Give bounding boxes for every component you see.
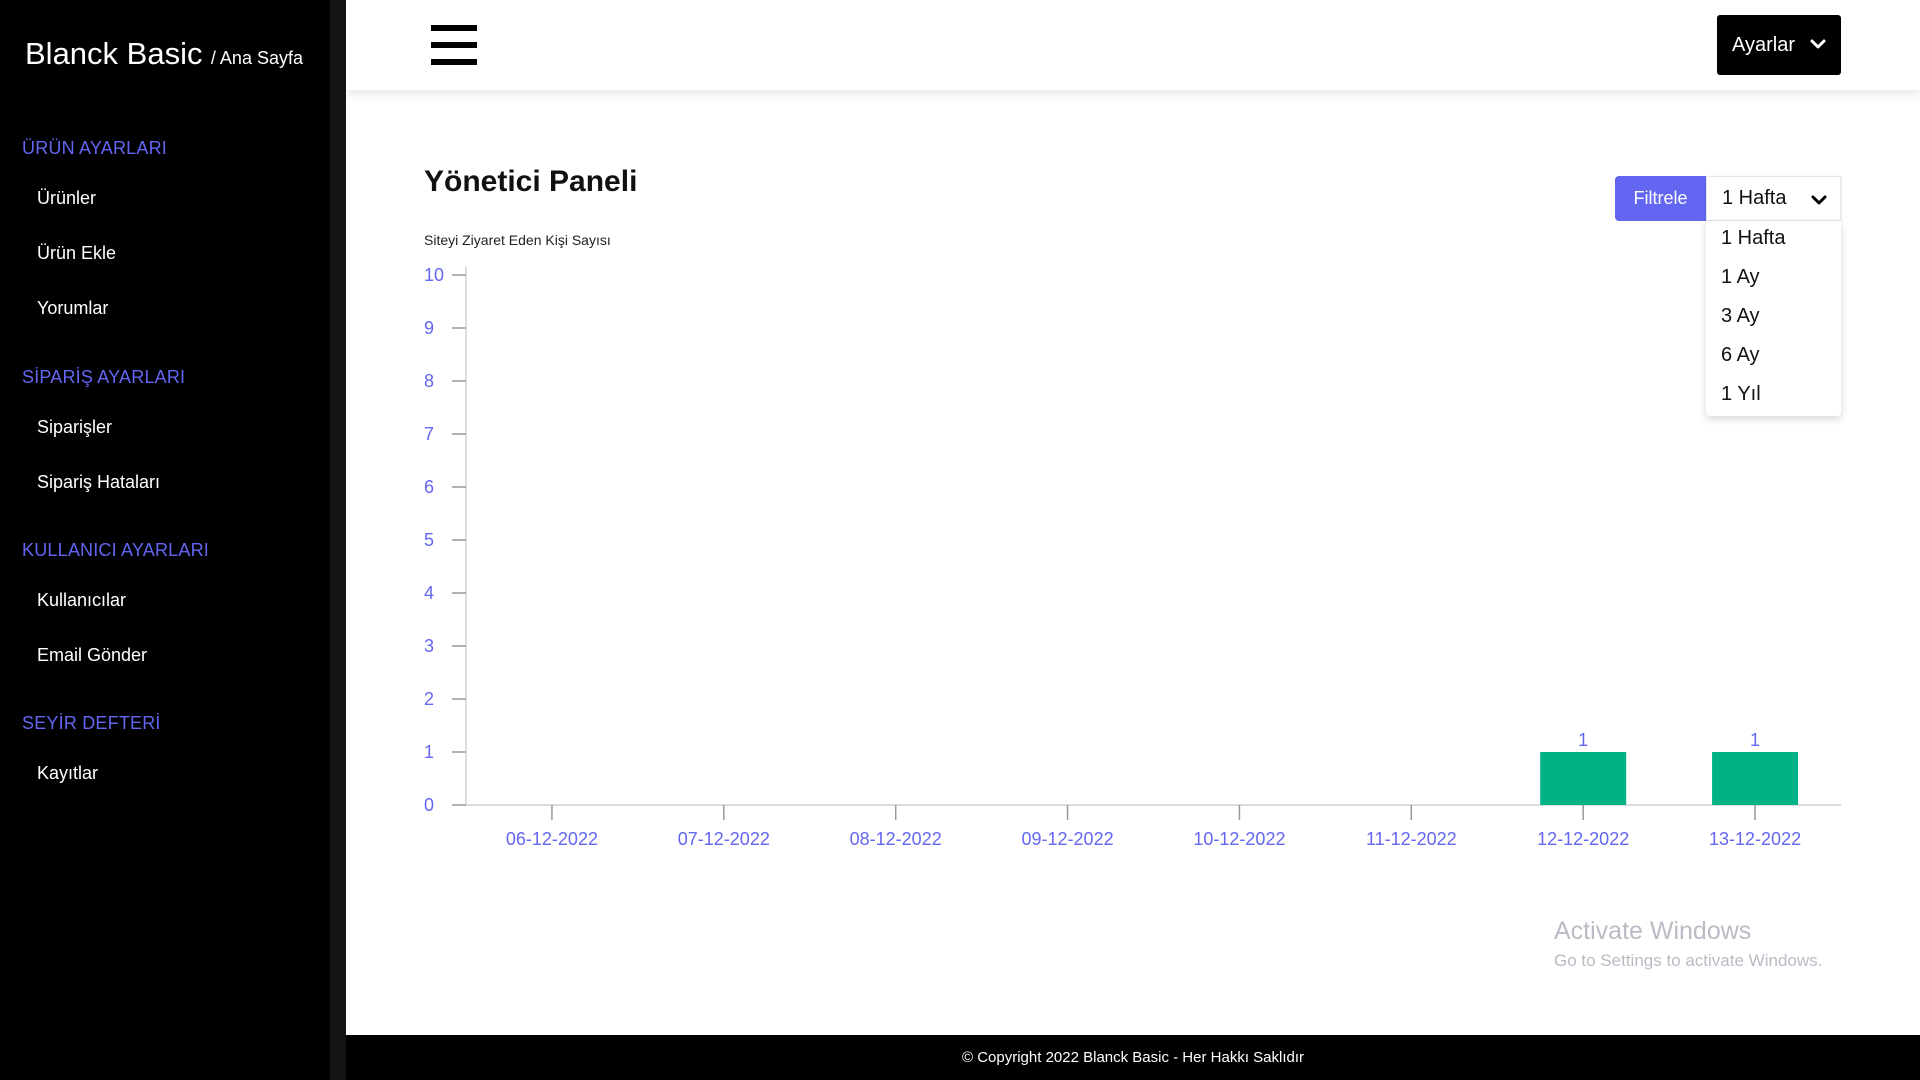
sidebar: Blanck Basic / Ana Sayfa ÜRÜN AYARLARI Ü…	[0, 0, 330, 1080]
filter-button[interactable]: Filtrele	[1615, 176, 1706, 221]
y-tick-label: 1	[424, 742, 434, 762]
x-tick-label: 12-12-2022	[1537, 829, 1629, 849]
y-tick-label: 2	[424, 689, 434, 709]
y-tick-label: 4	[424, 583, 434, 603]
sidebar-item-siparis-hatalari[interactable]: Sipariş Hataları	[37, 472, 160, 493]
breadcrumb: / Ana Sayfa	[210, 48, 303, 68]
y-tick-label: 7	[424, 424, 434, 444]
sidebar-item-yorumlar[interactable]: Yorumlar	[37, 298, 108, 319]
y-tick-label: 3	[424, 636, 434, 656]
sidebar-divider	[330, 0, 346, 1080]
sidebar-item-kayitlar[interactable]: Kayıtlar	[37, 763, 98, 784]
windows-activation-subtitle: Go to Settings to activate Windows.	[1554, 951, 1823, 970]
sidebar-item-siparisler[interactable]: Siparişler	[37, 417, 112, 438]
y-tick-label: 8	[424, 371, 434, 391]
top-header: Ayarlar	[346, 0, 1920, 90]
bar-value-label: 1	[1578, 730, 1588, 750]
period-option-1-ay[interactable]: 1 Ay	[1721, 266, 1760, 289]
section-title-urun-ayarlari: ÜRÜN AYARLARI	[22, 138, 167, 158]
footer: © Copyright 2022 Blanck Basic - Her Hakk…	[346, 1035, 1920, 1080]
y-tick-label: 0	[424, 795, 434, 815]
windows-activation-title: Activate Windows	[1554, 917, 1752, 945]
bar-value-label: 1	[1750, 730, 1760, 750]
period-selected-value: 1 Hafta	[1722, 187, 1787, 209]
x-tick-label: 09-12-2022	[1022, 829, 1114, 849]
chevron-down-icon	[1810, 39, 1826, 49]
period-option-1-yil[interactable]: 1 Yıl	[1721, 383, 1761, 406]
hamburger-menu-icon[interactable]	[431, 25, 477, 65]
section-title-seyir-defteri: SEYİR DEFTERİ	[22, 713, 161, 733]
x-tick-label: 08-12-2022	[850, 829, 942, 849]
x-tick-label: 11-12-2022	[1366, 829, 1457, 849]
x-tick-label: 13-12-2022	[1709, 829, 1801, 849]
period-option-3-ay[interactable]: 3 Ay	[1721, 305, 1760, 328]
chevron-down-icon	[1811, 195, 1827, 205]
y-tick-label: 5	[424, 530, 434, 550]
sidebar-item-urunler[interactable]: Ürünler	[37, 188, 96, 209]
brand-name[interactable]: Blanck Basic	[25, 36, 202, 71]
page-title: Yönetici Paneli	[424, 165, 638, 198]
sidebar-item-email-gonder[interactable]: Email Gönder	[37, 645, 147, 666]
settings-dropdown-button[interactable]: Ayarlar	[1717, 15, 1841, 75]
brand: Blanck Basic / Ana Sayfa	[25, 36, 303, 72]
sidebar-item-urun-ekle[interactable]: Ürün Ekle	[37, 243, 116, 264]
chart-title: Siteyi Ziyaret Eden Kişi Sayısı	[424, 232, 611, 248]
period-select[interactable]: 1 Hafta	[1706, 176, 1841, 221]
section-title-siparis-ayarlari: SİPARİŞ AYARLARI	[22, 367, 186, 387]
period-dropdown-menu: 1 Hafta 1 Ay 3 Ay 6 Ay 1 Yıl	[1706, 221, 1841, 416]
x-tick-label: 07-12-2022	[678, 829, 770, 849]
chart-bar	[1540, 752, 1627, 805]
x-tick-label: 06-12-2022	[506, 829, 598, 849]
section-title-kullanici-ayarlari: KULLANICI AYARLARI	[22, 540, 210, 560]
y-tick-label: 9	[424, 318, 434, 338]
y-tick-label: 6	[424, 477, 434, 497]
settings-label: Ayarlar	[1732, 33, 1795, 56]
sidebar-item-kullanicilar[interactable]: Kullanıcılar	[37, 590, 126, 611]
period-option-6-ay[interactable]: 6 Ay	[1721, 344, 1760, 367]
y-tick-label: 10	[424, 265, 444, 285]
period-option-1-hafta[interactable]: 1 Hafta	[1721, 227, 1785, 250]
copyright-text: © Copyright 2022 Blanck Basic - Her Hakk…	[961, 1049, 1305, 1066]
x-tick-label: 10-12-2022	[1193, 829, 1285, 849]
chart-bar	[1712, 752, 1799, 805]
